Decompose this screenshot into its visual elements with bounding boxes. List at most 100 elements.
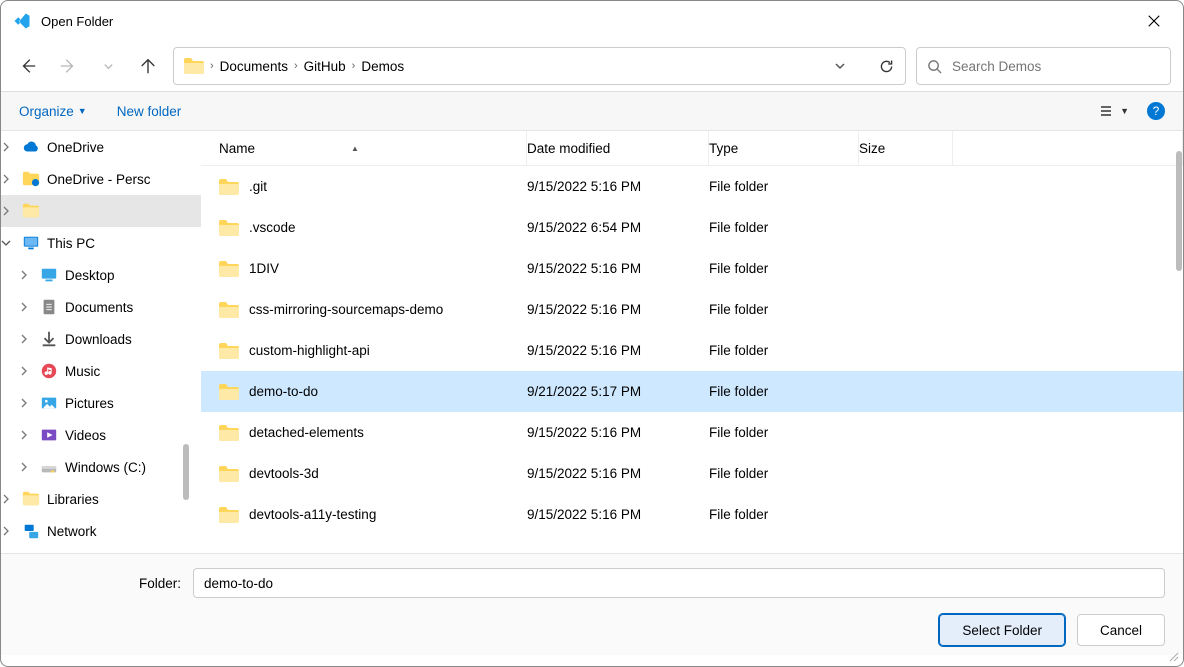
chevron-right-icon[interactable]: › <box>294 60 298 72</box>
list-row[interactable]: .git9/15/2022 5:16 PMFile folder <box>201 166 1183 207</box>
folder-icon <box>219 384 239 400</box>
file-name: .git <box>249 179 267 194</box>
tree-item[interactable]: Downloads <box>1 323 201 355</box>
column-type[interactable]: Type <box>709 131 859 165</box>
file-type: File folder <box>709 302 859 317</box>
expander-icon[interactable] <box>19 430 39 440</box>
breadcrumb[interactable]: Demos <box>361 59 404 74</box>
expander-icon[interactable] <box>19 366 39 376</box>
column-date[interactable]: Date modified <box>527 131 709 165</box>
breadcrumb[interactable]: GitHub <box>304 59 346 74</box>
tree-item[interactable]: OneDrive - Persc <box>1 163 201 195</box>
select-folder-button[interactable]: Select Folder <box>939 614 1065 646</box>
file-date: 9/15/2022 5:16 PM <box>527 425 709 440</box>
new-folder-button[interactable]: New folder <box>117 104 182 119</box>
up-button[interactable] <box>133 51 163 81</box>
tree-scrollbar-thumb[interactable] <box>183 444 189 500</box>
tree-item-label: Downloads <box>65 332 132 347</box>
recent-dropdown[interactable] <box>93 51 123 81</box>
file-date: 9/15/2022 5:16 PM <box>527 466 709 481</box>
folder-name-input[interactable] <box>193 568 1165 598</box>
file-type: File folder <box>709 425 859 440</box>
search-box[interactable] <box>916 47 1171 85</box>
file-type: File folder <box>709 261 859 276</box>
file-type: File folder <box>709 384 859 399</box>
folder-icon <box>21 201 41 221</box>
chevron-right-icon[interactable]: › <box>352 60 356 72</box>
list-row[interactable]: devtools-a11y-testing9/15/2022 5:16 PMFi… <box>201 494 1183 535</box>
close-button[interactable] <box>1137 8 1171 34</box>
tree-item[interactable]: Windows (C:) <box>1 451 201 483</box>
network-icon <box>21 521 41 541</box>
folder-icon <box>219 466 239 482</box>
expander-icon[interactable] <box>19 398 39 408</box>
search-input[interactable] <box>952 59 1160 74</box>
column-name[interactable]: Name ▲ <box>201 131 527 165</box>
forward-button[interactable] <box>53 51 83 81</box>
expander-icon[interactable] <box>19 334 39 344</box>
chevron-right-icon[interactable]: › <box>210 60 214 72</box>
back-button[interactable] <box>13 51 43 81</box>
file-date: 9/15/2022 6:54 PM <box>527 220 709 235</box>
list-row[interactable]: .vscode9/15/2022 6:54 PMFile folder <box>201 207 1183 248</box>
file-name: devtools-3d <box>249 466 319 481</box>
file-date: 9/15/2022 5:16 PM <box>527 343 709 358</box>
file-name: css-mirroring-sourcemaps-demo <box>249 302 443 317</box>
help-button[interactable]: ? <box>1147 102 1165 120</box>
column-headers: Name ▲ Date modified Type Size <box>201 131 1183 166</box>
address-dropdown-button[interactable] <box>834 60 846 72</box>
caret-down-icon: ▼ <box>78 106 87 116</box>
folder-label: Folder: <box>139 576 181 591</box>
tree-item[interactable]: Pictures <box>1 387 201 419</box>
tree-item-label: Windows (C:) <box>65 460 146 475</box>
window-title: Open Folder <box>41 14 1137 29</box>
list-row[interactable]: detached-elements9/15/2022 5:16 PMFile f… <box>201 412 1183 453</box>
expander-icon[interactable] <box>1 142 21 152</box>
tree-item[interactable]: Documents <box>1 291 201 323</box>
list-scrollbar-thumb[interactable] <box>1176 151 1182 271</box>
cancel-button[interactable]: Cancel <box>1077 614 1165 646</box>
list-row[interactable]: custom-highlight-api9/15/2022 5:16 PMFil… <box>201 330 1183 371</box>
view-options-button[interactable]: ▼ <box>1098 103 1129 119</box>
tree-item[interactable]: Libraries <box>1 483 201 515</box>
address-bar[interactable]: › Documents › GitHub › Demos <box>173 47 906 85</box>
vscode-icon <box>13 12 31 30</box>
tree-item[interactable]: Desktop <box>1 259 201 291</box>
list-row[interactable]: css-mirroring-sourcemaps-demo9/15/2022 5… <box>201 289 1183 330</box>
file-type: File folder <box>709 179 859 194</box>
file-name: demo-to-do <box>249 384 318 399</box>
folder-icon <box>219 425 239 441</box>
expander-icon[interactable] <box>1 206 21 216</box>
organize-label: Organize <box>19 104 74 119</box>
refresh-button[interactable] <box>878 58 895 75</box>
file-type: File folder <box>709 343 859 358</box>
tree-item-label: Network <box>47 524 97 539</box>
list-row[interactable]: 1DIV9/15/2022 5:16 PMFile folder <box>201 248 1183 289</box>
column-size[interactable]: Size <box>859 131 953 165</box>
tree-item[interactable]: OneDrive <box>1 131 201 163</box>
tree-item[interactable]: Videos <box>1 419 201 451</box>
organize-button[interactable]: Organize ▼ <box>19 104 87 119</box>
desktop-icon <box>39 265 59 285</box>
expander-icon[interactable] <box>1 238 21 248</box>
tree-item-label: Libraries <box>47 492 99 507</box>
expander-icon[interactable] <box>19 462 39 472</box>
videos-icon <box>39 425 59 445</box>
tree-item[interactable] <box>1 195 201 227</box>
expander-icon[interactable] <box>1 526 21 536</box>
tree-item-label: Videos <box>65 428 106 443</box>
folder-blue-icon <box>21 169 41 189</box>
tree-item-label: Desktop <box>65 268 115 283</box>
expander-icon[interactable] <box>19 270 39 280</box>
expander-icon[interactable] <box>1 494 21 504</box>
resize-grip[interactable] <box>1167 650 1179 662</box>
tree-item[interactable]: Music <box>1 355 201 387</box>
tree-item[interactable]: Network <box>1 515 201 547</box>
tree-item[interactable]: This PC <box>1 227 201 259</box>
breadcrumb[interactable]: Documents <box>220 59 288 74</box>
list-row[interactable]: devtools-3d9/15/2022 5:16 PMFile folder <box>201 453 1183 494</box>
expander-icon[interactable] <box>19 302 39 312</box>
tree-item-label: Music <box>65 364 100 379</box>
expander-icon[interactable] <box>1 174 21 184</box>
list-row[interactable]: demo-to-do9/21/2022 5:17 PMFile folder <box>201 371 1183 412</box>
